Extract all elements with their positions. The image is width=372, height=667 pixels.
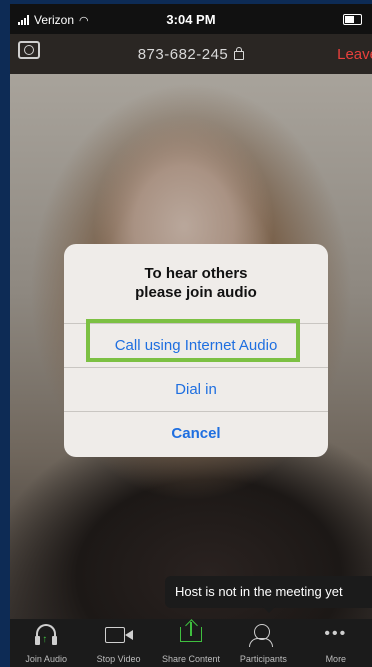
join-audio-button[interactable]: ↑ Join Audio	[10, 619, 82, 667]
host-status-toast: Host is not in the meeting yet	[165, 576, 372, 608]
video-camera-icon	[104, 627, 133, 643]
toolbar-label: Stop Video	[96, 654, 141, 664]
dialog-title-line1: To hear others	[144, 265, 248, 282]
meeting-id-wrapper: 873-682-245	[10, 46, 372, 63]
more-button[interactable]: ••• More	[300, 619, 372, 667]
status-bar: Verizon ◠ 3:04 PM	[10, 4, 372, 34]
toolbar-label: Join Audio	[25, 654, 67, 664]
call-internet-audio-button[interactable]: Call using Internet Audio	[64, 323, 328, 368]
lock-icon	[234, 47, 245, 60]
toast-arrow	[262, 606, 276, 613]
dial-in-button[interactable]: Dial in	[64, 367, 328, 412]
dialog-title: To hear others please join audio	[64, 264, 328, 302]
battery-icon	[343, 14, 362, 25]
status-time: 3:04 PM	[166, 12, 216, 27]
participants-button[interactable]: Participants	[227, 619, 299, 667]
participants-icon	[249, 624, 274, 647]
toolbar-label: Share Content	[161, 654, 221, 664]
meeting-toolbar: ↑ Join Audio Stop Video Share Content Pa…	[10, 619, 372, 667]
join-audio-dialog: To hear others please join audio Call us…	[64, 244, 328, 457]
share-content-button[interactable]: Share Content	[155, 619, 227, 667]
cancel-button[interactable]: Cancel	[64, 411, 328, 457]
stop-video-button[interactable]: Stop Video	[82, 619, 154, 667]
toolbar-label: More	[325, 654, 347, 664]
dialog-title-line2: please join audio	[135, 284, 257, 301]
leave-button[interactable]: Leave	[337, 46, 372, 63]
share-icon	[180, 622, 203, 642]
meeting-header: 873-682-245 Leave	[10, 34, 372, 74]
up-arrow-icon: ↑	[42, 634, 48, 645]
meeting-id: 873-682-245	[137, 46, 229, 63]
toolbar-label: Participants	[239, 654, 287, 664]
more-dots-icon: •••	[324, 625, 348, 642]
phone-screen: Verizon ◠ 3:04 PM 873-682-245 Leave To h…	[10, 4, 372, 667]
